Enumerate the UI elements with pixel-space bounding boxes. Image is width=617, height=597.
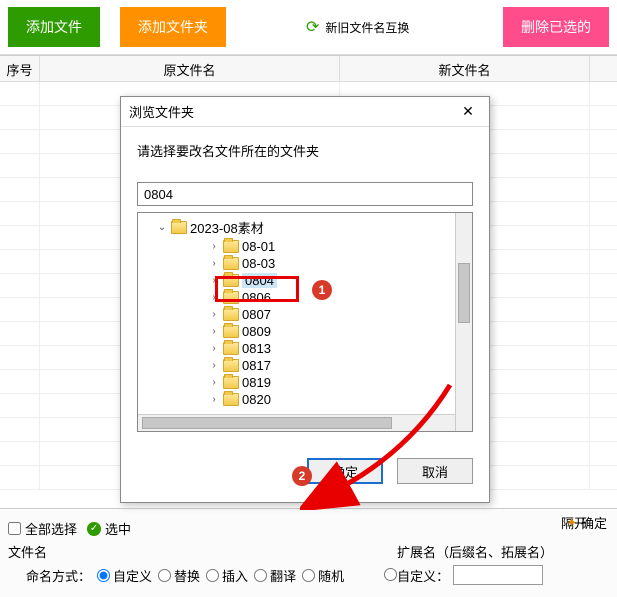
folder-icon [223,240,239,253]
tree-item[interactable]: › 08-03 [208,255,455,272]
chevron-right-icon[interactable]: › [208,292,220,303]
tree-item-label: 0807 [242,307,271,322]
cancel-button[interactable]: 取消 [397,458,473,484]
folder-tree-container: ⌄ 2023-08素材 ›08-01›08-03›0804›0806›0807›… [137,212,473,432]
tree-root-label: 2023-08素材 [190,218,264,237]
tree-item[interactable]: › 0813 [208,340,455,357]
folder-path-input[interactable] [137,182,473,206]
tree-item[interactable]: › 0819 [208,374,455,391]
folder-icon [223,274,239,287]
tree-horizontal-scrollbar[interactable] [138,414,455,431]
chevron-right-icon[interactable]: › [208,360,220,371]
folder-icon [223,308,239,321]
chevron-right-icon[interactable]: › [208,394,220,405]
chevron-right-icon[interactable]: › [208,275,220,286]
dialog-overlay: 浏览文件夹 ✕ 请选择要改名文件所在的文件夹 ⌄ 2023-08素材 › 08-0… [0,0,617,597]
tree-vertical-scrollbar[interactable] [455,213,472,431]
annotation-badge-1: 1 [312,280,332,300]
browse-folder-dialog: 浏览文件夹 ✕ 请选择要改名文件所在的文件夹 ⌄ 2023-08素材 › 08-0… [120,96,490,503]
tree-item-label: 0820 [242,392,271,407]
folder-icon [223,325,239,338]
chevron-right-icon[interactable]: › [208,343,220,354]
tree-item[interactable]: › 0809 [208,323,455,340]
chevron-right-icon[interactable]: › [208,326,220,337]
tree-item-label: 0819 [242,375,271,390]
chevron-down-icon[interactable]: ⌄ [156,222,168,233]
tree-item-label: 08-01 [242,239,275,254]
tree-item[interactable]: › 0820 [208,391,455,408]
folder-icon [223,359,239,372]
chevron-right-icon[interactable]: › [208,241,220,252]
folder-icon [223,257,239,270]
dialog-title: 浏览文件夹 [129,102,194,121]
tree-item[interactable]: › 0807 [208,306,455,323]
folder-icon [223,393,239,406]
chevron-right-icon[interactable]: › [208,309,220,320]
ok-button[interactable]: 确定 [307,458,383,484]
folder-tree[interactable]: ⌄ 2023-08素材 ›08-01›08-03›0804›0806›0807›… [138,213,455,431]
tree-item[interactable]: › 0817 [208,357,455,374]
chevron-right-icon[interactable]: › [208,377,220,388]
folder-icon [171,221,187,234]
tree-item[interactable]: › 08-01 [208,238,455,255]
annotation-badge-2: 2 [292,466,312,486]
tree-root[interactable]: ⌄ 2023-08素材 [156,217,455,238]
close-icon[interactable]: ✕ [455,101,481,123]
dialog-instruction: 请选择要改名文件所在的文件夹 [137,141,473,160]
folder-icon [223,342,239,355]
dialog-titlebar: 浏览文件夹 ✕ [121,97,489,127]
folder-icon [223,376,239,389]
tree-item-label: 08-03 [242,256,275,271]
chevron-right-icon[interactable]: › [208,258,220,269]
tree-item-label: 0817 [242,358,271,373]
tree-item-label: 0809 [242,324,271,339]
tree-item-label: 0806 [242,290,271,305]
tree-item-label: 0804 [242,273,277,288]
tree-item-label: 0813 [242,341,271,356]
folder-icon [223,291,239,304]
